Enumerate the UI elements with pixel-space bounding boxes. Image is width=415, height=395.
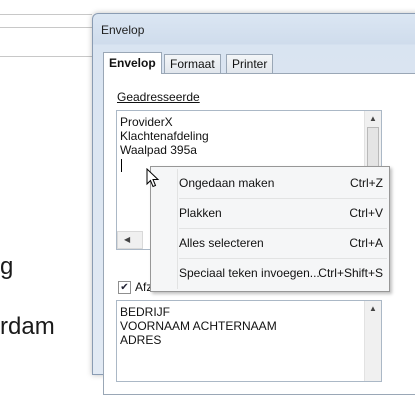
scroll-up-arrow-icon[interactable]: ▲ (369, 114, 377, 123)
tab-envelop[interactable]: Envelop (103, 52, 162, 74)
mouse-pointer-icon (146, 168, 160, 188)
sender-line: ADRES (120, 333, 162, 347)
background-document: g rdam (0, 0, 100, 366)
menu-item-label: Alles selecteren (179, 236, 264, 250)
scroll-up-arrow-icon[interactable]: ▲ (369, 304, 377, 313)
text-caret (121, 159, 122, 172)
recipient-line: Waalpad 395a (120, 143, 197, 157)
tab-printer[interactable]: Printer (226, 54, 274, 73)
scroll-left-arrow-icon[interactable]: ◀ (124, 235, 130, 244)
recipient-line: Klachtenafdeling (120, 129, 209, 143)
sender-vertical-scrollbar[interactable]: ▲ (364, 301, 381, 381)
document-line (0, 27, 92, 28)
sender-address-field[interactable]: BEDRIJF VOORNAAM ACHTERNAAM ADRES ▲ (116, 300, 382, 382)
document-line (0, 14, 92, 15)
recipient-label: Geadresseerde (117, 90, 200, 104)
title-bar[interactable]: Envelop (93, 14, 415, 44)
menu-item-select-all[interactable]: Alles selecteren Ctrl+A (151, 229, 389, 257)
document-text-fragment: g (0, 253, 14, 280)
tab-formaat[interactable]: Formaat (164, 54, 221, 73)
context-menu: Ongedaan maken Ctrl+Z Plakken Ctrl+V All… (150, 166, 390, 292)
recipient-label-text: Geadresseerde (117, 90, 200, 104)
menu-item-label: Ongedaan maken (179, 176, 275, 190)
recipient-line: ProviderX (120, 115, 173, 129)
menu-item-label: Speciaal teken invoegen... (179, 266, 320, 280)
menu-item-insert-special-character[interactable]: Speciaal teken invoegen... Ctrl+Shift+S (151, 259, 389, 287)
menu-item-shortcut: Ctrl+A (349, 236, 383, 250)
document-text-fragment: rdam (0, 313, 55, 340)
menu-item-paste[interactable]: Plakken Ctrl+V (151, 199, 389, 227)
checkmark-icon: ✔ (120, 282, 129, 293)
sender-line: BEDRIJF (120, 305, 171, 319)
menu-item-undo[interactable]: Ongedaan maken Ctrl+Z (151, 169, 389, 197)
menu-item-shortcut: Ctrl+V (349, 206, 383, 220)
sender-checkbox[interactable]: ✔ (118, 281, 131, 294)
recipient-horizontal-scrollbar[interactable]: ◀ (117, 231, 143, 249)
menu-item-shortcut: Ctrl+Z (350, 176, 383, 190)
menu-item-label: Plakken (179, 206, 222, 220)
sender-line: VOORNAAM ACHTERNAAM (120, 319, 277, 333)
dialog-title: Envelop (101, 23, 145, 37)
menu-item-shortcut: Ctrl+Shift+S (318, 266, 383, 280)
document-line (0, 56, 92, 57)
